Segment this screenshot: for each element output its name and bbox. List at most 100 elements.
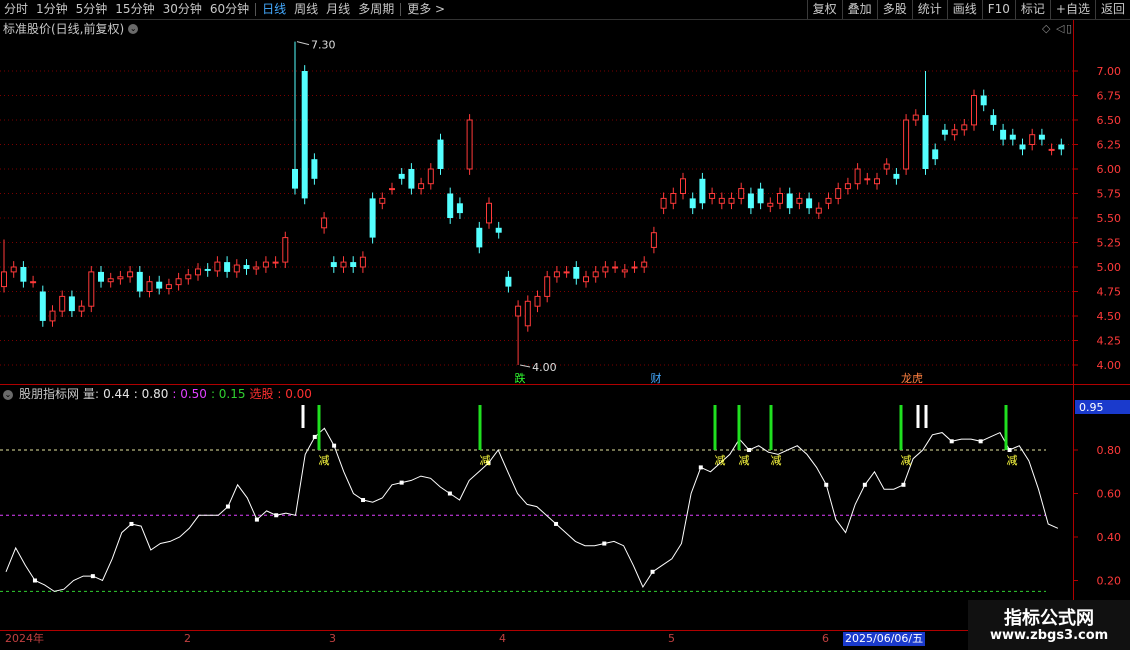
candle-body-down xyxy=(437,139,444,169)
indicator-point xyxy=(554,521,559,526)
candle-body-down xyxy=(495,227,502,233)
candle-body-up xyxy=(1029,134,1036,145)
watermark-title: 指标公式网 xyxy=(1004,608,1094,629)
settings-circle-icon[interactable]: ⌄ xyxy=(3,389,13,400)
candle-body-down xyxy=(505,276,512,287)
candle-body-up xyxy=(680,178,686,195)
candle-body-up xyxy=(427,168,434,185)
current-value-label: 0.95 xyxy=(1079,401,1104,414)
indicator-point xyxy=(650,569,655,574)
x-label-5: 6 xyxy=(822,632,829,645)
candle-body-up xyxy=(602,266,609,273)
candle-body-down xyxy=(330,262,337,267)
price-tick-label: 4.75 xyxy=(1097,286,1122,299)
candle-body-up xyxy=(767,202,774,207)
indicator-tick-label: 0.20 xyxy=(1097,575,1122,588)
indicator-point xyxy=(312,434,317,439)
candle-body-up xyxy=(466,119,473,170)
price-tick-label: 5.50 xyxy=(1097,212,1122,225)
candle-body-up xyxy=(117,276,124,280)
reduce-signal-label: 减 xyxy=(715,454,726,467)
price-tick-label: 7.00 xyxy=(1097,65,1122,78)
candle-body-down xyxy=(922,115,929,169)
price-tick-label: 5.00 xyxy=(1097,261,1122,274)
event-marker-2: 龙虎 xyxy=(901,372,923,385)
candle-body-up xyxy=(214,261,221,272)
indicator-point xyxy=(901,482,906,487)
candle-body-down xyxy=(68,296,75,312)
indicator-value-4: : 0.15 xyxy=(210,387,246,401)
reduce-signal-label: 减 xyxy=(1007,454,1018,467)
candle-body-down xyxy=(204,268,211,271)
indicator-point xyxy=(90,574,95,579)
indicator-tick-label: 0.60 xyxy=(1097,488,1122,501)
indicator-point xyxy=(274,513,279,518)
candle-body-up xyxy=(30,281,37,284)
candle-body-down xyxy=(98,271,104,282)
price-tick-label: 5.25 xyxy=(1097,237,1122,250)
candle-body-up xyxy=(195,268,201,276)
chart-canvas[interactable]: 7.00 6.75 6.50 6.25 6.00 5.75 5.50 5.25 5.00 4.75… xyxy=(0,0,1130,650)
candle-body-up xyxy=(961,124,968,131)
candle-body-down xyxy=(1058,144,1065,150)
candle-body-up xyxy=(670,193,677,204)
candle-body-down xyxy=(573,267,580,279)
candle-body-up xyxy=(728,197,735,204)
candle-body-up xyxy=(612,266,619,269)
candle-body-down xyxy=(476,227,483,248)
candle-body-down xyxy=(350,262,357,267)
event-marker-0: 跌 xyxy=(515,371,526,385)
candle-body-up xyxy=(418,183,425,190)
indicator-point xyxy=(254,517,259,522)
candle-body-down xyxy=(786,193,793,209)
candle-body-down xyxy=(689,198,696,209)
candle-body-down xyxy=(456,203,463,214)
high-price-label: 7.30 xyxy=(311,39,336,52)
candle-body-up xyxy=(718,197,725,204)
indicator-point xyxy=(698,465,703,470)
candle-body-up xyxy=(165,284,172,290)
candle-body-up xyxy=(1048,148,1055,151)
candle-body-down xyxy=(369,198,376,238)
reduce-signal-label: 减 xyxy=(480,454,491,467)
candle-body-down xyxy=(224,262,231,272)
candle-body-up xyxy=(389,188,395,191)
candle-body-down xyxy=(301,71,308,199)
candle-body-down xyxy=(398,173,405,179)
candle-body-up xyxy=(592,271,599,278)
price-tick-label: 6.50 xyxy=(1097,114,1122,127)
x-label-4: 5 xyxy=(668,632,675,645)
indicator-label: 量: xyxy=(83,387,100,401)
candle-body-up xyxy=(49,310,56,322)
candle-body-down xyxy=(311,159,318,179)
x-label-3: 4 xyxy=(499,632,506,645)
candle-body-up xyxy=(563,271,570,274)
candle-body-up xyxy=(874,178,880,185)
candle-body-down xyxy=(932,149,939,160)
candle-body-down xyxy=(1009,134,1016,140)
candle-body-up xyxy=(185,274,192,280)
candle-body-down xyxy=(20,267,27,282)
candle-body-up xyxy=(912,114,919,121)
candle-body-up xyxy=(1,271,7,288)
cursor-date-box: 2025/06/06/五 xyxy=(843,632,926,646)
price-tick-label: 4.25 xyxy=(1097,335,1122,348)
candle-body-down xyxy=(1019,144,1026,150)
indicator-point xyxy=(949,439,954,444)
candle-body-up xyxy=(272,261,279,264)
candle-body-up xyxy=(340,261,347,268)
candle-body-up xyxy=(709,193,716,199)
candle-body-up xyxy=(379,197,386,204)
indicator-point xyxy=(225,504,230,509)
indicator-point xyxy=(399,480,404,485)
indicator-point xyxy=(978,439,983,444)
candle-body-up xyxy=(553,271,560,278)
candle-body-up xyxy=(146,281,153,293)
indicator-value-1: 0.44 xyxy=(103,387,130,401)
candle-body-up xyxy=(971,95,977,126)
indicator-value-5: 选股 : 0.00 xyxy=(249,387,312,401)
candle-body-down xyxy=(1038,134,1045,140)
price-tick-label: 6.75 xyxy=(1097,90,1122,103)
candle-body-down xyxy=(408,169,415,189)
candle-body-down xyxy=(990,115,997,125)
